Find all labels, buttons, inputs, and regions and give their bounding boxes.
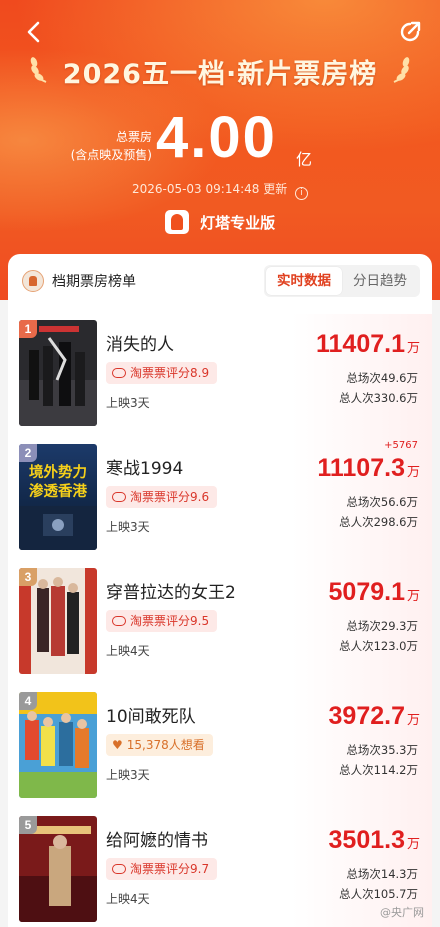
box-office-unit: 万 (406, 465, 420, 480)
box-office-delta: +5767 (384, 440, 418, 451)
taopiaopiao-icon (112, 616, 126, 626)
poster-tagline: 境外势力 渗透香港 (29, 465, 87, 500)
box-office-value: 3501.3 (328, 826, 405, 854)
rating-tag: 淘票票评分9.6 (106, 486, 218, 508)
rank-badge: 4 (19, 692, 37, 710)
taopiaopiao-icon (112, 864, 126, 874)
movie-row[interactable]: 5 给阿嬷的情书 淘票票评分9.7 上映4天 3501.3 万 总场次14.3万 … (8, 810, 432, 927)
tab-realtime[interactable]: 实时数据 (266, 267, 342, 295)
total-box-office-label: 总票房 (含点映及预售) (70, 128, 152, 164)
box-office-unit: 万 (406, 589, 420, 604)
movie-title[interactable]: 消失的人 (106, 330, 174, 355)
movie-poster: 4 (19, 692, 97, 798)
page-title: 2026五一档·新片票房榜 (62, 59, 378, 90)
total-viewers: 总人次123.0万 (339, 639, 418, 653)
rating-text: 淘票票评分8.9 (130, 366, 210, 380)
brand-name: 灯塔专业版 (200, 214, 276, 232)
release-days: 上映4天 (106, 644, 150, 658)
share-button[interactable] (396, 18, 424, 46)
total-box-office-unit: 亿 (296, 150, 313, 169)
ranking-card: 档期票房榜单 实时数据 分日趋势 1 消失的人 淘票票评分8.9 上映3天 11… (8, 254, 432, 927)
want-to-see-tag: ♥ 15,378人想看 (106, 734, 213, 756)
rank-badge: 1 (19, 320, 37, 338)
box-office-unit: 万 (406, 341, 420, 356)
update-time-text: 2026-05-03 09:14:48 更新 (131, 182, 288, 196)
release-days: 上映3天 (106, 768, 150, 782)
movie-row[interactable]: 3 穿普拉达的女王2 淘票票评分9.5 上映4天 5079.1 万 总场次29.3… (8, 562, 432, 686)
total-label-line1: 总票房 (115, 130, 152, 144)
card-header: 档期票房榜单 实时数据 分日趋势 (8, 254, 432, 310)
total-viewers: 总人次298.6万 (339, 515, 418, 529)
laurel-right-icon (393, 57, 410, 83)
rating-text: 淘票票评分9.6 (130, 490, 210, 504)
source-watermark: @央广网 (380, 906, 424, 919)
taopiaopiao-icon (112, 492, 126, 502)
rating-tag: 淘票票评分9.5 (106, 610, 218, 632)
total-viewers: 总人次114.2万 (339, 763, 418, 777)
box-office-value: 11407.1 (315, 330, 405, 358)
total-label-line2: (含点映及预售) (70, 148, 152, 162)
box-office: 11407.1 万 (316, 330, 420, 359)
release-days: 上映4天 (106, 892, 150, 906)
total-shows: 总场次49.6万 (346, 371, 418, 385)
movie-poster: 1 (19, 320, 97, 426)
want-to-see-text: 15,378人想看 (126, 738, 205, 752)
movie-poster: 境外势力 渗透香港 2 (19, 444, 97, 550)
heart-icon: ♥ (112, 738, 123, 752)
share-icon (400, 21, 421, 42)
movie-title[interactable]: 穿普拉达的女王2 (106, 578, 236, 603)
rating-tag: 淘票票评分8.9 (106, 362, 218, 384)
total-shows: 总场次35.3万 (346, 743, 418, 757)
total-shows: 总场次29.3万 (346, 619, 418, 633)
taopiaopiao-icon (112, 368, 126, 378)
total-box-office-value: 4.00 (156, 105, 277, 170)
box-office-value: 5079.1 (328, 578, 405, 606)
rank-badge: 3 (19, 568, 37, 586)
movie-row[interactable]: 4 10间敢死队 ♥ 15,378人想看 上映3天 3972.7 万 总场次35.3… (8, 686, 432, 810)
back-button[interactable] (20, 18, 48, 46)
movie-row[interactable]: 境外势力 渗透香港 2 +5767 寒战1994 淘票票评分9.6 上映3天 1… (8, 438, 432, 562)
ranking-icon (22, 270, 44, 292)
lighthouse-logo-icon (164, 210, 189, 234)
update-time: 2026-05-03 09:14:48 更新 i (0, 180, 440, 200)
movie-poster: 5 (19, 816, 97, 922)
tab-bar: 实时数据 分日趋势 (264, 265, 420, 297)
info-icon[interactable]: i (295, 187, 309, 200)
rating-text: 淘票票评分9.7 (130, 862, 210, 876)
tab-daily-trend[interactable]: 分日趋势 (342, 267, 418, 295)
total-viewers: 总人次330.6万 (339, 391, 418, 405)
box-office-value: 3972.7 (328, 702, 405, 730)
release-days: 上映3天 (106, 520, 150, 534)
brand-label: 灯塔专业版 (0, 210, 440, 234)
movie-title[interactable]: 10间敢死队 (106, 702, 196, 727)
box-office-value: 11107.3 (317, 454, 405, 482)
rating-text: 淘票票评分9.5 (130, 614, 210, 628)
chevron-left-icon (27, 21, 40, 43)
release-days: 上映3天 (106, 396, 150, 410)
movie-poster: 3 (19, 568, 97, 674)
movie-row[interactable]: 1 消失的人 淘票票评分8.9 上映3天 11407.1 万 总场次49.6万 总… (8, 314, 432, 438)
total-shows: 总场次14.3万 (346, 867, 418, 881)
box-office: 3501.3 万 (329, 826, 420, 855)
box-office: 11107.3 万 (317, 454, 420, 483)
movie-title[interactable]: 寒战1994 (106, 454, 183, 479)
rank-badge: 5 (19, 816, 37, 834)
box-office: 5079.1 万 (329, 578, 420, 607)
movie-title[interactable]: 给阿嬷的情书 (106, 826, 208, 851)
box-office: 3972.7 万 (329, 702, 420, 731)
card-title: 档期票房榜单 (52, 274, 136, 290)
rating-tag: 淘票票评分9.7 (106, 858, 218, 880)
total-shows: 总场次56.6万 (346, 495, 418, 509)
box-office-unit: 万 (406, 837, 420, 852)
total-viewers: 总人次105.7万 (339, 887, 418, 901)
box-office-unit: 万 (406, 713, 420, 728)
rank-badge: 2 (19, 444, 37, 462)
